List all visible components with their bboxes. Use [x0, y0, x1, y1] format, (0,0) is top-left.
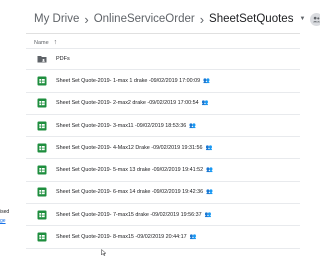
google-sheets-icon [37, 165, 47, 175]
file-name: Sheet Set Quote-2019- 3-max11 -09/02/201… [56, 122, 187, 129]
mouse-cursor-icon [101, 249, 107, 256]
file-name: Sheet Set Quote-2019- 2-max2 drake -09/0… [56, 100, 199, 107]
google-sheets-icon [37, 143, 47, 153]
google-sheets-icon [37, 76, 47, 86]
file-name: Sheet Set Quote-2019- 4-Max12 Drake -09/… [56, 144, 203, 151]
file-name: Sheet Set Quote-2019- 5-max 13 drake -09… [56, 167, 204, 174]
file-name: Sheet Set Quote-2019- 8-max15 -09/02/201… [56, 234, 187, 241]
shared-people-icon: 👥 [206, 189, 214, 196]
shared-folder-icon[interactable] [310, 12, 320, 26]
list-header: Name ↑ [34, 37, 57, 48]
list-item-sheet[interactable]: Sheet Set Quote-2019- 5-max 13 drake -09… [26, 159, 300, 182]
folder-icon [37, 56, 47, 63]
breadcrumb-parent-folder[interactable]: OnlineServiceOrder [94, 13, 195, 25]
breadcrumb-current-folder[interactable]: SheetSetQuotes [209, 13, 293, 25]
breadcrumb-my-drive[interactable]: My Drive [34, 13, 79, 25]
google-sheets-icon [37, 210, 47, 220]
google-sheets-icon [37, 187, 47, 197]
sidebar-fragment-link[interactable]: ge [0, 218, 6, 224]
header-divider [26, 33, 300, 34]
file-name: PDFs [56, 56, 70, 63]
google-sheets-icon [37, 121, 47, 131]
shared-people-icon: 👥 [205, 144, 213, 151]
file-name: Sheet Set Quote-2019- 6-max 14 drake -09… [56, 189, 204, 196]
column-header-name[interactable]: Name [34, 40, 49, 46]
list-item-sheet[interactable]: Sheet Set Quote-2019- 7-max15 drake -09/… [26, 204, 300, 227]
list-item-sheet[interactable]: Sheet Set Quote-2019- 4-Max12 Drake -09/… [26, 137, 300, 160]
file-list: PDFs Sheet Set Quote-2019- 1-max 1 drake… [26, 48, 300, 249]
sidebar-fragment-text: ised [0, 209, 10, 215]
shared-people-icon: 👥 [203, 77, 211, 84]
chevron-right-icon: › [84, 11, 89, 27]
file-name: Sheet Set Quote-2019- 1-max 1 drake -09/… [56, 77, 201, 84]
sort-arrow-up-icon[interactable]: ↑ [54, 39, 58, 46]
dropdown-caret-icon[interactable]: ▼ [299, 16, 305, 22]
google-sheets-icon [37, 98, 47, 108]
breadcrumb: My Drive › OnlineServiceOrder › SheetSet… [34, 10, 320, 28]
list-item-sheet[interactable]: Sheet Set Quote-2019- 8-max15 -09/02/201… [26, 226, 300, 249]
list-item-folder[interactable]: PDFs [26, 48, 300, 71]
shared-people-icon: 👥 [206, 167, 214, 174]
shared-people-icon: 👥 [204, 211, 212, 218]
list-item-sheet[interactable]: Sheet Set Quote-2019- 6-max 14 drake -09… [26, 182, 300, 205]
shared-people-icon: 👥 [189, 234, 197, 241]
list-item-sheet[interactable]: Sheet Set Quote-2019- 3-max11 -09/02/201… [26, 115, 300, 138]
chevron-right-icon: › [199, 11, 205, 27]
sidebar-edge: ised ge [0, 0, 26, 256]
file-list-pane: My Drive › OnlineServiceOrder › SheetSet… [26, 0, 320, 256]
shared-people-icon: 👥 [189, 122, 197, 129]
shared-people-icon: 👥 [201, 100, 209, 107]
google-sheets-icon [37, 232, 47, 242]
list-item-sheet[interactable]: Sheet Set Quote-2019- 1-max 1 drake -09/… [26, 70, 300, 93]
list-item-sheet[interactable]: Sheet Set Quote-2019- 2-max2 drake -09/0… [26, 93, 300, 115]
file-name: Sheet Set Quote-2019- 7-max15 drake -09/… [56, 211, 202, 218]
